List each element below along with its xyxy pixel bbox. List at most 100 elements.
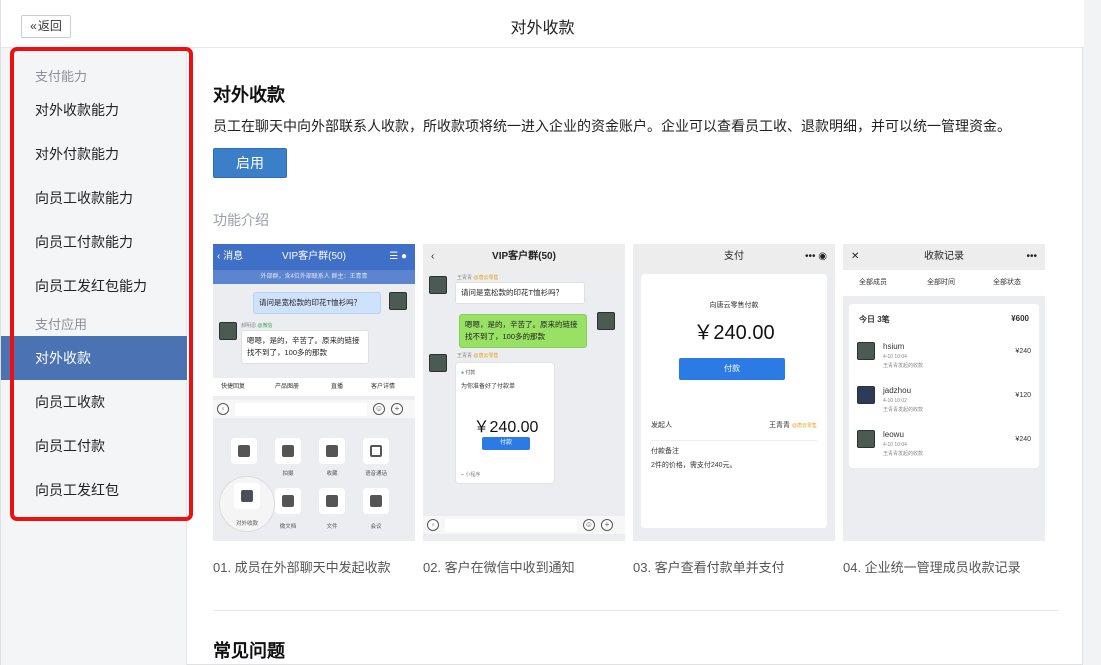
sender-name-text: 王青青 — [457, 353, 473, 359]
panel-label-doc: 微文档 — [279, 524, 297, 530]
note-text: 2件的价格，需支付240元。 — [651, 462, 737, 469]
message-outgoing: 请问是宽松款的印花T恤衫吗？ — [253, 292, 381, 314]
favorite-icon — [319, 438, 345, 464]
pay-amount: ￥240.00 — [693, 322, 775, 344]
app-window: «返回 对外收款 支付能力 对外收款能力 对外付款能力 向员工收款能力 向员工付… — [0, 0, 1084, 665]
chat-header: ‹ VIP客户群(50) — [423, 244, 625, 270]
enable-button[interactable]: 启用 — [213, 148, 287, 178]
sender-name: 王青青 @唐云零售 — [457, 352, 498, 359]
divider — [213, 610, 1059, 611]
file-icon — [319, 488, 345, 514]
sidebar: 支付能力 对外收款能力 对外付款能力 向员工收款能力 向员工付款能力 向员工发红… — [1, 48, 187, 665]
emoji-icon: ☺ — [583, 519, 595, 531]
camera-icon — [275, 438, 301, 464]
record-desc: 王青青发起的收款 — [883, 407, 924, 413]
back-chevron-icon: ‹ — [431, 251, 435, 262]
sender-name: 王青青 @唐云零售 — [457, 274, 498, 281]
chat-title: VIP客户群(50) — [282, 251, 346, 262]
tool-product-album: 产品图册 — [275, 384, 300, 390]
page-title: 对外收款 — [510, 20, 575, 37]
back-text: 消息 — [223, 251, 244, 262]
voice-icon: ◦ — [427, 519, 439, 531]
sidebar-item-employee-collect[interactable]: 向员工收款 — [1, 380, 187, 424]
card-amount: ￥240.00 — [473, 419, 539, 436]
pay-button: 付款 — [679, 358, 785, 380]
section-description: 员工在聊天中向外部联系人收款，所收款项将统一进入企业的资金账户。企业可以查看员工… — [213, 118, 1011, 134]
records-card: 今日 3笔 ¥600 hsium 4-10 10:04 王青青发起的收款 ¥24… — [849, 304, 1039, 468]
plus-icon: + — [391, 403, 403, 415]
avatar — [857, 342, 875, 360]
close-icon: ✕ — [851, 251, 860, 262]
sidebar-item-employee-collect-capability[interactable]: 向员工收款能力 — [1, 176, 187, 220]
record-name: leowu — [883, 430, 904, 439]
card-pay-button: 付款 — [482, 437, 530, 450]
pay-title: 支付 — [724, 251, 744, 262]
record-amount: ¥240 — [1015, 436, 1031, 443]
pay-card: 向唐云零售付款 ￥240.00 付款 发起人 王青青 @唐云零售 付款备注 2件… — [641, 274, 827, 528]
chat-header: ‹ 消息 VIP客户群(50) ☰ ● — [213, 244, 415, 270]
phone-icon — [363, 438, 389, 464]
avatar — [219, 322, 237, 340]
sidebar-item-employee-pay-capability[interactable]: 向员工付款能力 — [1, 220, 187, 264]
sender-name-text: 王青青 — [457, 275, 473, 281]
more-close-icon: ••• ◉ — [804, 251, 827, 262]
avatar — [857, 430, 875, 448]
records-title: 收款记录 — [924, 251, 964, 262]
record-time: 4-10 10:02 — [883, 398, 907, 404]
doc-icon — [275, 488, 301, 514]
sender-tag: @唐云零售 — [473, 353, 499, 359]
sidebar-item-employee-pay[interactable]: 向员工付款 — [1, 424, 187, 468]
mini-program-label: ⌁ 小程序 — [461, 472, 481, 478]
filter-status: 全部状态 — [993, 279, 1021, 286]
record-amount: ¥240 — [1015, 348, 1031, 355]
feature-screenshot-4: ✕ 收款记录 ••• 全部成员 全部时间 全部状态 今日 3笔 ¥600 hsi… — [843, 244, 1045, 541]
feature-screenshot-3: 支付 ••• ◉ 向唐云零售付款 ￥240.00 付款 发起人 王青青 @唐云零… — [633, 244, 835, 541]
divider — [651, 440, 817, 441]
panel-label-file: 文件 — [326, 524, 338, 530]
tool-live: 直播 — [331, 384, 344, 390]
initiator-name: 王青青 — [768, 422, 790, 429]
initiator-tag: @唐云零售 — [791, 423, 817, 429]
initiator: 王青青 @唐云零售 — [769, 420, 817, 430]
input-bar: ◦ ☺ + — [423, 516, 625, 534]
tool-customer-detail: 客户详情 — [371, 384, 396, 390]
avatar — [857, 386, 875, 404]
feature-screenshot-1: ‹ 消息 VIP客户群(50) ☰ ● 外部群，含4位外部联系人 群主：王青青 … — [213, 244, 415, 541]
sender-tag: @唐云零售 — [473, 275, 499, 281]
emoji-icon: ☺ — [373, 403, 385, 415]
tool-quick-reply: 快捷回复 — [221, 384, 246, 390]
sidebar-item-external-pay-capability[interactable]: 对外付款能力 — [1, 132, 187, 176]
meeting-icon — [363, 488, 389, 514]
record-time: 4-10 10:04 — [883, 442, 907, 448]
pay-header: 支付 ••• ◉ — [633, 244, 835, 270]
feature-intro-label: 功能介绍 — [213, 212, 269, 228]
caption-1: 01. 成员在外部聊天中发起收款 — [213, 560, 391, 575]
plus-icon: + — [601, 519, 613, 531]
faq-title: 常见问题 — [213, 641, 285, 661]
voice-icon: ◦ — [217, 403, 229, 415]
today-count: 今日 3笔 — [859, 315, 890, 324]
message-input — [445, 519, 577, 532]
avatar — [429, 354, 447, 372]
caption-4: 04. 企业统一管理成员收款记录 — [843, 560, 1021, 575]
section-title: 对外收款 — [213, 85, 285, 105]
records-header: ✕ 收款记录 ••• — [843, 244, 1045, 270]
card-source-text: 付款 — [465, 370, 476, 376]
avatar — [389, 292, 407, 310]
panel-label-shoot: 拍摄 — [282, 471, 294, 477]
payment-card: ● 付款 为你准备好了付款单 ￥240.00 付款 ⌁ 小程序 — [455, 362, 555, 484]
sidebar-item-employee-redpacket-capability[interactable]: 向员工发红包能力 — [1, 264, 187, 308]
initiator-label: 发起人 — [651, 422, 672, 429]
record-name: jadzhou — [883, 386, 912, 395]
sidebar-item-external-collect[interactable]: 对外收款 — [1, 336, 187, 380]
merchant-name: 向唐云零售付款 — [709, 302, 759, 309]
title-bar: «返回 对外收款 — [1, 0, 1084, 48]
sidebar-item-external-collect-capability[interactable]: 对外收款能力 — [1, 88, 187, 132]
chat-title: VIP客户群(50) — [492, 251, 556, 262]
more-icon: ••• — [1026, 251, 1037, 262]
record-name: hsium — [883, 342, 905, 351]
sidebar-item-employee-redpacket[interactable]: 向员工发红包 — [1, 468, 187, 512]
filter-member: 全部成员 — [859, 279, 887, 286]
sender-tag: @微信 — [257, 323, 273, 329]
message-input — [235, 403, 367, 416]
